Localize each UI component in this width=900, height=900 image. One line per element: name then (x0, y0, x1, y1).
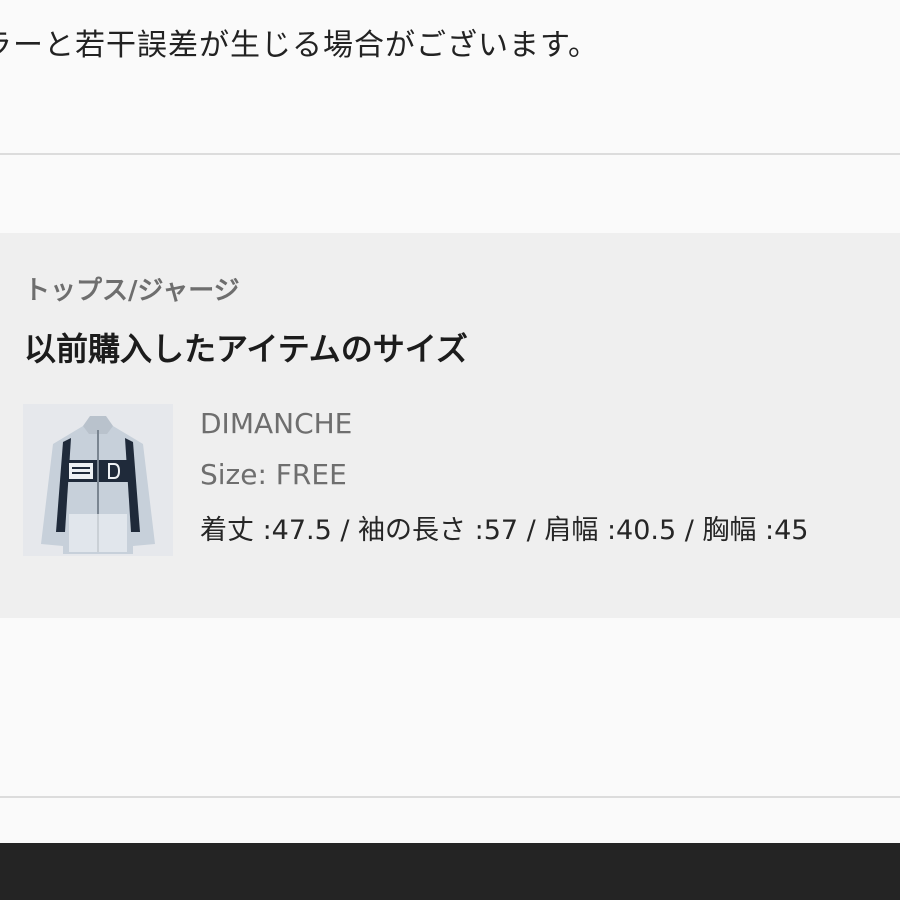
track-jacket-thumbnail[interactable] (23, 404, 173, 556)
color-disclaimer-text: ラーと若干誤差が生じる場合がございます。 (0, 28, 599, 63)
item-measurements: 着丈 :47.5 / 袖の長さ :57 / 肩幅 :40.5 / 胸幅 :45 (200, 515, 809, 546)
track-jacket-icon (23, 404, 173, 556)
item-size: Size: FREE (200, 458, 347, 491)
section-divider-bottom (0, 796, 900, 798)
item-brand[interactable]: DIMANCHE (200, 407, 352, 440)
bottom-bar (0, 843, 900, 900)
previous-size-title: 以前購入したアイテムのサイズ (24, 330, 468, 368)
page: ラーと若干誤差が生じる場合がございます。 トップス/ジャージ 以前購入したアイテ… (0, 0, 900, 900)
item-category: トップス/ジャージ (24, 276, 240, 306)
section-divider (0, 153, 900, 155)
